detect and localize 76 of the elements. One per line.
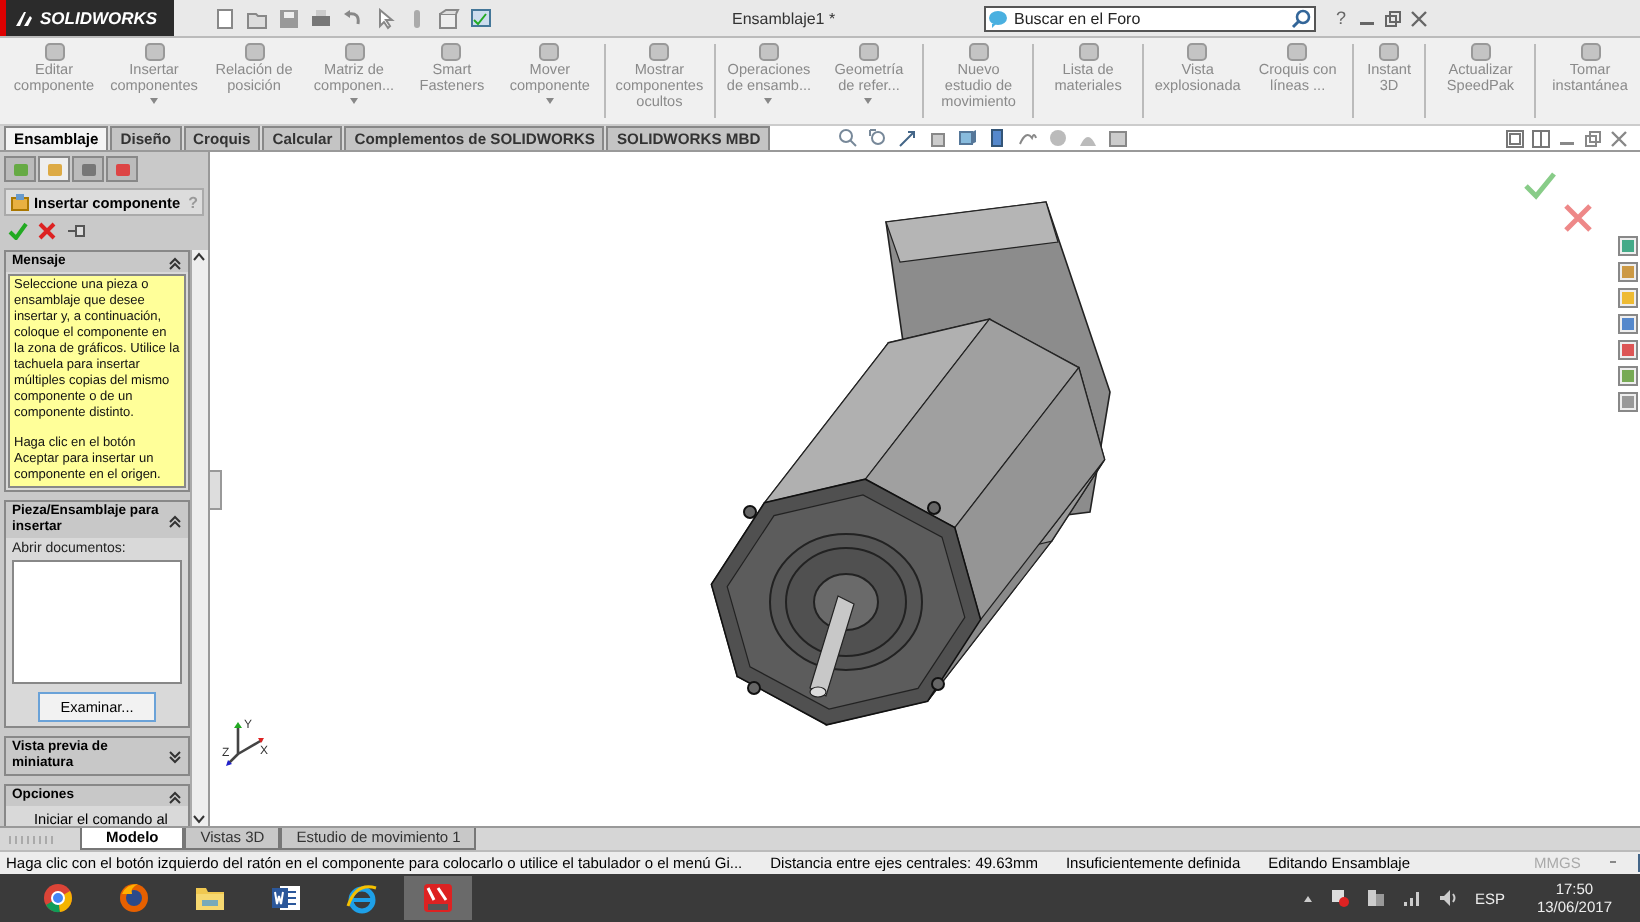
open-folder-icon[interactable] bbox=[246, 7, 268, 29]
appearances-icon[interactable] bbox=[1618, 340, 1638, 360]
panel-tab[interactable] bbox=[72, 156, 104, 182]
show-hidden-icon[interactable] bbox=[1302, 893, 1315, 903]
previous-view-icon[interactable] bbox=[898, 128, 919, 148]
chrome-icon bbox=[42, 882, 74, 914]
hide-show-icon[interactable] bbox=[1018, 128, 1039, 148]
caret-icon bbox=[545, 98, 554, 104]
scrollbar[interactable] bbox=[190, 250, 208, 826]
section-view-icon[interactable] bbox=[928, 128, 949, 148]
scroll-up-icon[interactable] bbox=[192, 250, 206, 262]
caret-icon bbox=[150, 98, 158, 104]
search-icon[interactable] bbox=[1290, 7, 1312, 29]
logo-text: SOLIDWORKS bbox=[40, 8, 158, 28]
cad-app-icon bbox=[422, 882, 454, 914]
zoom-icon[interactable] bbox=[838, 128, 859, 148]
cancel-x-icon[interactable] bbox=[38, 222, 56, 240]
confirm-check-icon[interactable] bbox=[1524, 172, 1556, 200]
expand-chevron-icon[interactable] bbox=[168, 749, 182, 763]
undo-icon[interactable] bbox=[342, 7, 364, 29]
collapse-chevron-icon[interactable] bbox=[168, 513, 182, 527]
view-settings-icon[interactable] bbox=[1108, 128, 1129, 148]
scroll-down-icon[interactable] bbox=[192, 814, 206, 826]
chat-bubble-icon bbox=[988, 9, 1008, 27]
options-icon[interactable] bbox=[438, 7, 460, 29]
firefox-icon bbox=[118, 882, 150, 914]
forum-icon[interactable] bbox=[1618, 392, 1638, 412]
signal-icon[interactable] bbox=[1402, 888, 1423, 908]
network-icon[interactable] bbox=[1366, 888, 1387, 908]
tile-icon[interactable] bbox=[1506, 129, 1524, 147]
flag-icon[interactable] bbox=[1330, 888, 1351, 908]
ds-logo-icon bbox=[14, 9, 34, 27]
file-explorer-icon[interactable] bbox=[1618, 288, 1638, 308]
new-file-icon[interactable] bbox=[214, 7, 236, 29]
folder-icon bbox=[194, 882, 226, 914]
caret-icon bbox=[764, 98, 773, 104]
coordinate-triad-drawing bbox=[226, 722, 264, 766]
appearance-icon[interactable] bbox=[1048, 128, 1069, 148]
taskbar-app[interactable] bbox=[404, 876, 472, 920]
view-palette-icon[interactable] bbox=[1618, 314, 1638, 334]
insert-component-icon bbox=[10, 192, 30, 212]
display-icon[interactable] bbox=[470, 7, 492, 29]
cancel-x-icon[interactable] bbox=[1564, 204, 1592, 232]
help-button[interactable]: ? bbox=[1336, 8, 1347, 28]
panel-collapse-handle[interactable] bbox=[208, 469, 222, 509]
search-field[interactable]: Buscar en el Foro bbox=[984, 5, 1316, 31]
close-icon[interactable] bbox=[1610, 129, 1628, 147]
panel-tab[interactable] bbox=[38, 156, 70, 182]
panel-tab[interactable] bbox=[4, 156, 36, 182]
print-icon[interactable] bbox=[310, 7, 332, 29]
custom-properties-icon[interactable] bbox=[1618, 366, 1638, 386]
resources-icon[interactable] bbox=[1618, 236, 1638, 256]
close-icon[interactable] bbox=[1410, 9, 1429, 27]
collapse-chevron-icon[interactable] bbox=[168, 789, 182, 803]
cursor-icon[interactable] bbox=[374, 7, 396, 29]
save-icon[interactable] bbox=[278, 7, 300, 29]
document-list[interactable] bbox=[12, 560, 182, 684]
volume-icon[interactable] bbox=[1438, 888, 1459, 908]
restore-icon[interactable] bbox=[1384, 9, 1403, 27]
design-library-icon[interactable] bbox=[1618, 262, 1638, 282]
display-style-icon[interactable] bbox=[988, 128, 1009, 148]
panel-tab[interactable] bbox=[106, 156, 138, 182]
motor-model-drawing[interactable] bbox=[710, 201, 1111, 726]
caret-icon[interactable] bbox=[1608, 858, 1619, 868]
collapse-chevron-icon[interactable] bbox=[168, 255, 182, 269]
caret-icon bbox=[350, 98, 358, 104]
word-icon bbox=[270, 882, 302, 914]
restore-icon[interactable] bbox=[1584, 129, 1602, 147]
caret-icon bbox=[864, 98, 873, 104]
split-view-icon[interactable] bbox=[1532, 129, 1550, 147]
browser-e-icon bbox=[346, 882, 378, 914]
view-orientation-icon[interactable] bbox=[958, 128, 979, 148]
pushpin-icon[interactable] bbox=[66, 222, 88, 240]
document-title: Ensamblaje1 * bbox=[732, 9, 838, 27]
zoom-area-icon[interactable] bbox=[868, 128, 889, 148]
ok-check-icon[interactable] bbox=[8, 222, 28, 240]
